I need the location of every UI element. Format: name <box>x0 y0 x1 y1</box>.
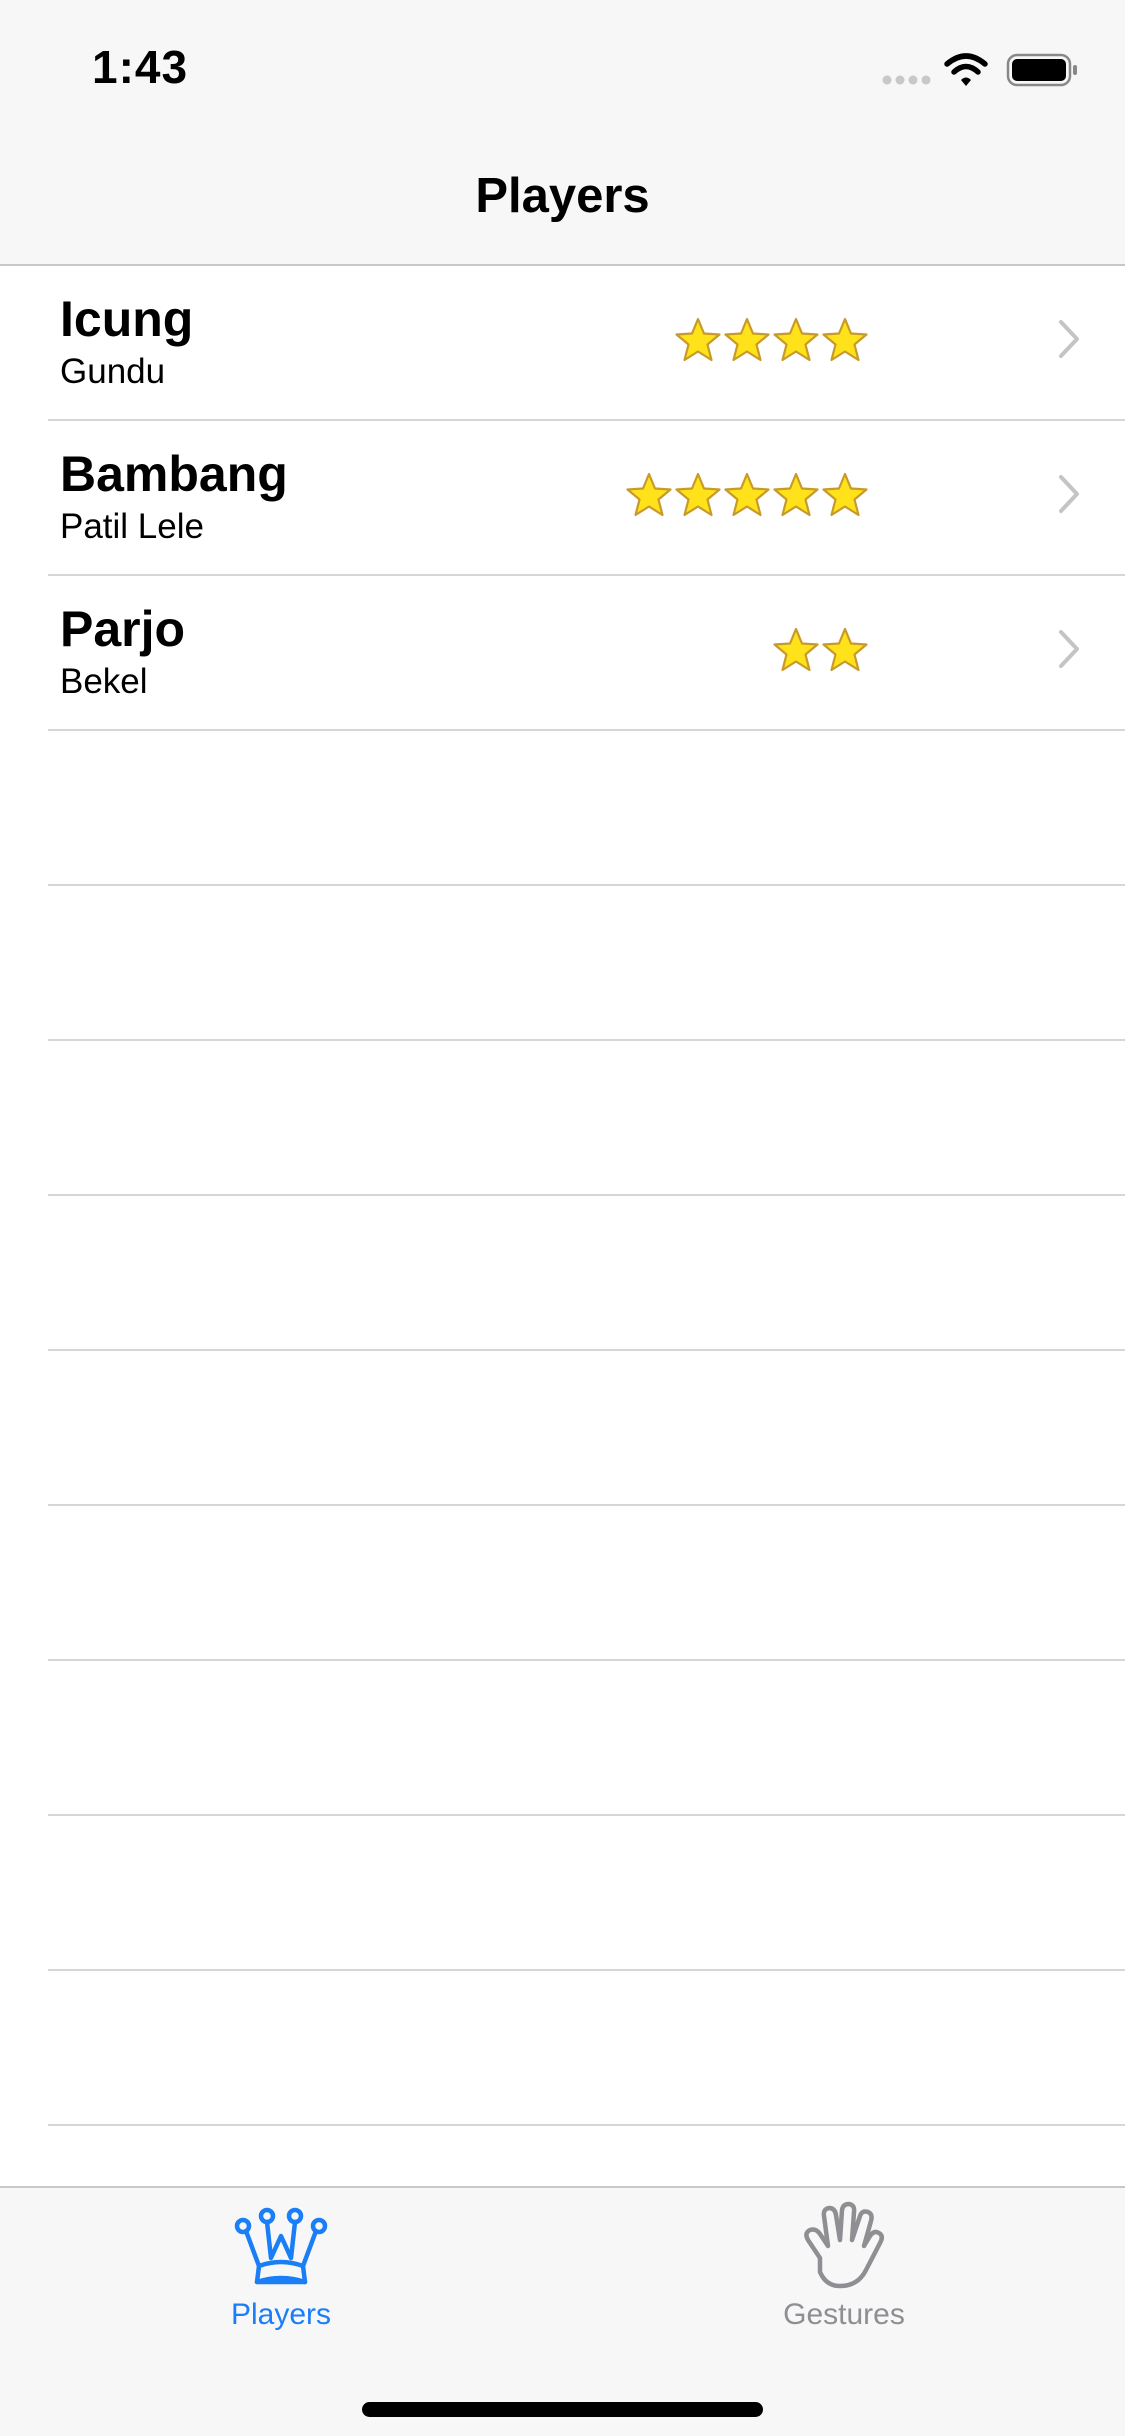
player-row[interactable]: Icung Gundu <box>48 266 1125 421</box>
player-name: Parjo <box>60 601 186 657</box>
empty-table-row <box>48 1661 1125 1816</box>
player-name: Icung <box>60 291 194 347</box>
player-row[interactable]: Parjo Bekel <box>48 576 1125 731</box>
status-time: 1:43 <box>92 41 189 93</box>
empty-table-row <box>48 1351 1125 1506</box>
empty-table-row <box>48 731 1125 886</box>
empty-table-row <box>48 1506 1125 1661</box>
empty-table-row <box>48 1041 1125 1196</box>
player-row[interactable]: Bambang Patil Lele <box>48 421 1125 576</box>
star-icon <box>822 317 868 362</box>
tab-players-label: Players <box>230 2298 332 2331</box>
rating-stars <box>772 626 869 674</box>
chevron-right-icon <box>1059 475 1079 513</box>
navigation-bar: Players <box>0 132 1125 266</box>
star-icon <box>822 627 868 672</box>
player-game: Bekel <box>60 662 148 701</box>
tab-gestures-label: Gestures <box>783 2298 905 2331</box>
star-icon <box>675 472 721 517</box>
home-indicator[interactable] <box>362 2402 763 2417</box>
empty-table-row <box>48 1816 1125 1971</box>
star-icon <box>724 472 770 517</box>
star-icon <box>822 472 868 517</box>
star-icon <box>773 317 819 362</box>
signal-dots-icon <box>882 75 931 85</box>
status-icons <box>882 53 1077 87</box>
players-screen: 1:43 Players Icung Gundu Bambang Patil L… <box>0 0 1125 2436</box>
tab-bar: Players Gestures <box>0 2186 1125 2436</box>
player-name: Bambang <box>60 446 288 502</box>
chevron-right-icon <box>1059 630 1079 668</box>
rating-stars <box>674 316 869 364</box>
wifi-icon <box>944 53 988 86</box>
star-icon <box>675 317 721 362</box>
crown-icon <box>234 2207 328 2285</box>
empty-table-row <box>48 886 1125 1041</box>
hand-icon <box>804 2201 884 2289</box>
players-table[interactable]: Icung Gundu Bambang Patil Lele Parjo Bekel <box>0 266 1125 2186</box>
player-game: Gundu <box>60 352 166 391</box>
empty-table-row <box>48 1196 1125 1351</box>
player-game: Patil Lele <box>60 507 204 546</box>
tab-gestures[interactable]: Gestures <box>644 2200 1044 2340</box>
page-title: Players <box>475 169 650 223</box>
empty-table-row <box>48 1971 1125 2126</box>
star-icon <box>724 317 770 362</box>
tab-players[interactable]: Players <box>81 2200 481 2340</box>
star-icon <box>773 472 819 517</box>
status-bar: 1:43 <box>0 0 1125 132</box>
chevron-right-icon <box>1059 320 1079 358</box>
battery-icon <box>1006 53 1077 87</box>
rating-stars <box>625 471 869 519</box>
star-icon <box>773 627 819 672</box>
star-icon <box>626 472 672 517</box>
